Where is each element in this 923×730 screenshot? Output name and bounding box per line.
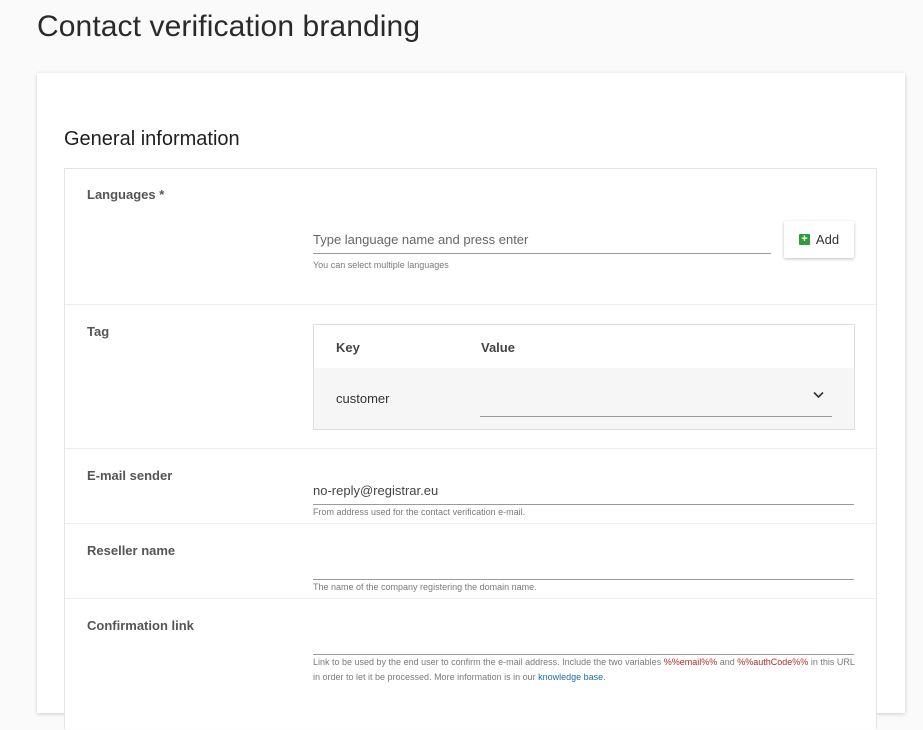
languages-label: Languages * [87, 187, 165, 202]
plus-square-icon: + [798, 234, 810, 245]
tag-label: Tag [87, 324, 110, 339]
email-sender-row: E-mail sender From address used for the … [65, 448, 876, 524]
tag-key-header: Key [336, 340, 360, 355]
chevron-down-icon [813, 391, 824, 399]
languages-hint: You can select multiple languages [313, 260, 449, 270]
confirmation-link-row: Confirmation link Link to be used by the… [65, 598, 876, 730]
tag-value-header: Value [481, 340, 515, 355]
table-row: customer [314, 368, 854, 429]
confirmation-link-field[interactable] [313, 626, 854, 655]
reseller-name-row: Reseller name The name of the company re… [65, 523, 876, 599]
tag-table: Key Value customer [313, 324, 855, 430]
page-title: Contact verification branding [37, 10, 421, 43]
add-button-label: Add [815, 232, 840, 247]
email-sender-hint: From address used for the contact verifi… [313, 507, 526, 517]
hint-text: and [717, 657, 738, 667]
reseller-name-label: Reseller name [87, 543, 176, 558]
tag-key-cell: customer [336, 391, 390, 406]
reseller-name-hint: The name of the company registering the … [313, 582, 537, 592]
add-language-button[interactable]: + Add [784, 221, 854, 258]
reseller-name-field[interactable] [313, 551, 854, 580]
languages-row: Languages * You can select multiple lang… [65, 169, 876, 304]
form-box: Languages * You can select multiple lang… [64, 168, 877, 729]
tag-value-select[interactable] [480, 380, 832, 417]
hint-text: . [603, 672, 606, 682]
section-title: General information [64, 128, 240, 150]
email-sender-label: E-mail sender [87, 468, 173, 483]
confirmation-link-hint: Link to be used by the end user to confi… [313, 655, 858, 685]
languages-input[interactable] [313, 225, 771, 254]
hint-text: Link to be used by the end user to confi… [313, 657, 664, 667]
email-variable: %%email%% [663, 657, 718, 667]
general-information-card: General information Languages * You can … [37, 73, 905, 729]
authcode-variable: %%authCode%% [737, 657, 809, 667]
knowledge-base-link[interactable]: knowledge base [538, 672, 603, 682]
email-sender-field[interactable] [313, 476, 854, 505]
tag-row: Tag Key Value customer [65, 304, 876, 449]
confirmation-link-label: Confirmation link [87, 618, 194, 633]
